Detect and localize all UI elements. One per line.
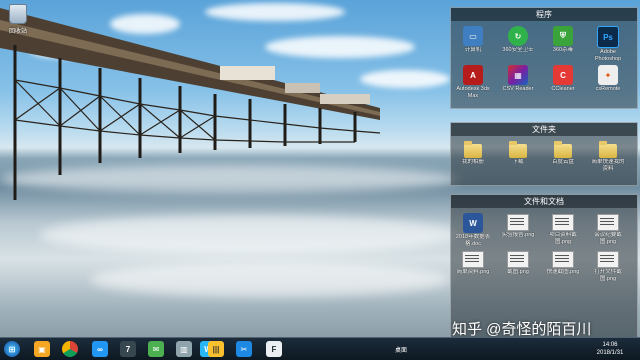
program-360-security[interactable]: ↻ 360安全卫士	[500, 23, 536, 62]
capture-app-icon[interactable]: ✂	[236, 341, 252, 357]
image-file-icon	[597, 214, 619, 231]
document-item[interactable]: 打开文件截图.png	[590, 247, 626, 282]
360-antivirus-icon: ⛨	[553, 26, 573, 46]
document-label: 简单资料.png	[456, 269, 490, 275]
folder-label: 我的相册	[461, 159, 484, 165]
program-360-antivirus[interactable]: ⛨ 360杀毒	[545, 23, 581, 62]
clock-time: 14:06	[602, 342, 618, 348]
program-label: Autodesk 3ds Max	[456, 86, 490, 99]
image-file-icon	[462, 251, 484, 268]
baidu-netdisk-icon[interactable]: ∞	[92, 341, 108, 357]
folder-item[interactable]: 下载	[500, 138, 536, 172]
recycle-bin-icon	[9, 4, 27, 24]
program-label: CCleaner	[551, 86, 575, 92]
chrome-icon[interactable]	[62, 341, 78, 357]
folder-item[interactable]: 百度云盘	[545, 138, 581, 172]
program-label: 360安全卫士	[502, 47, 534, 53]
counter-strike-icon: ✦	[598, 65, 618, 85]
document-label: 实验报告.png	[501, 232, 535, 238]
recycle-bin-shortcut[interactable]: 回收站	[4, 4, 32, 35]
fence-programs: 程序 ▭ 计算机 ↻ 360安全卫士 ⛨ 360杀毒 Ps Adobe Phot…	[450, 7, 638, 109]
document-item[interactable]: 简单资料.png	[455, 247, 491, 282]
document-label: 2018年数据表格.doc	[455, 234, 491, 247]
program-csv[interactable]: ▦ CSV Reader	[500, 62, 536, 99]
wechat-icon[interactable]: ✉	[148, 341, 164, 357]
fence-folders: 文件夹 我的相册 下载 百度云盘 简单快速我的资料	[450, 122, 638, 186]
word-document-icon: W	[463, 213, 483, 233]
folder-label: 下载	[512, 159, 524, 165]
document-label: 会议纪要截图.png	[594, 232, 622, 245]
document-item[interactable]: 实验报告.png	[500, 210, 536, 247]
document-item[interactable]: 截图.png	[500, 247, 536, 282]
folder-icon	[464, 141, 482, 158]
zhihu-watermark: 知乎 @奇怪的陌百川	[452, 321, 592, 338]
document-item[interactable]: 快速截图.png	[545, 247, 581, 282]
image-file-icon	[552, 214, 574, 231]
win7-app-icon[interactable]: 7	[120, 341, 136, 357]
document-item[interactable]: W 2018年数据表格.doc	[455, 210, 491, 247]
image-file-icon	[597, 251, 619, 268]
360-security-icon: ↻	[508, 26, 528, 46]
image-file-icon	[552, 251, 574, 268]
bookmark-app-icon[interactable]: ▣	[34, 341, 50, 357]
image-file-icon	[507, 251, 529, 268]
program-label: Adobe Photoshop	[594, 49, 622, 62]
computer-icon: ▭	[463, 26, 483, 46]
document-item[interactable]: 会议纪要截图.png	[590, 210, 626, 247]
program-ccleaner[interactable]: C CCleaner	[545, 62, 581, 99]
program-cs[interactable]: ✦ csRemote	[590, 62, 626, 99]
csv-icon: ▦	[508, 65, 528, 85]
books-icon[interactable]: |||	[208, 341, 224, 357]
system-clock[interactable]: 14:06 2018/1/31	[590, 341, 630, 357]
fence-folders-title: 文件夹	[451, 123, 637, 136]
fence-programs-title: 程序	[451, 8, 637, 21]
document-label: 项目资料截图.png	[549, 232, 577, 245]
photoshop-icon: Ps	[597, 26, 619, 48]
3dsmax-icon: A	[463, 65, 483, 85]
folder-icon	[554, 141, 572, 158]
program-label: csRemote	[595, 86, 621, 92]
fence-documents-title: 文件和文档	[451, 195, 637, 208]
folder-item[interactable]: 我的相册	[455, 138, 491, 172]
feedly-app-icon[interactable]: F	[266, 341, 282, 357]
document-label: 快速截图.png	[546, 269, 580, 275]
program-photoshop[interactable]: Ps Adobe Photoshop	[590, 23, 626, 62]
document-label: 打开文件截图.png	[594, 269, 622, 282]
folder-app-icon[interactable]: ▥	[176, 341, 192, 357]
desktop-toolbar-label[interactable]: 桌面	[395, 345, 407, 354]
folder-label: 百度云盘	[551, 159, 574, 165]
folder-label: 简单快速我的资料	[591, 159, 625, 172]
recycle-bin-label: 回收站	[8, 29, 27, 35]
program-label: CSV Reader	[502, 86, 534, 92]
clock-date: 2018/1/31	[596, 350, 624, 356]
document-item[interactable]: 项目资料截图.png	[545, 210, 581, 247]
folder-icon	[509, 141, 527, 158]
program-label: 计算机	[464, 47, 482, 53]
program-computer[interactable]: ▭ 计算机	[455, 23, 491, 62]
ccleaner-icon: C	[553, 65, 573, 85]
image-file-icon	[507, 214, 529, 231]
program-label: 360杀毒	[552, 47, 574, 53]
start-button-icon[interactable]: ⊞	[4, 341, 20, 357]
folder-item[interactable]: 简单快速我的资料	[590, 138, 626, 172]
program-3dsmax[interactable]: A Autodesk 3ds Max	[455, 62, 491, 99]
taskbar: ⊞ ▣ ∞ 7 ✉ ▥ W ||| ✂ F 桌面 14:06 2018/1/31	[0, 337, 640, 360]
document-label: 截图.png	[507, 269, 529, 275]
folder-icon	[599, 141, 617, 158]
